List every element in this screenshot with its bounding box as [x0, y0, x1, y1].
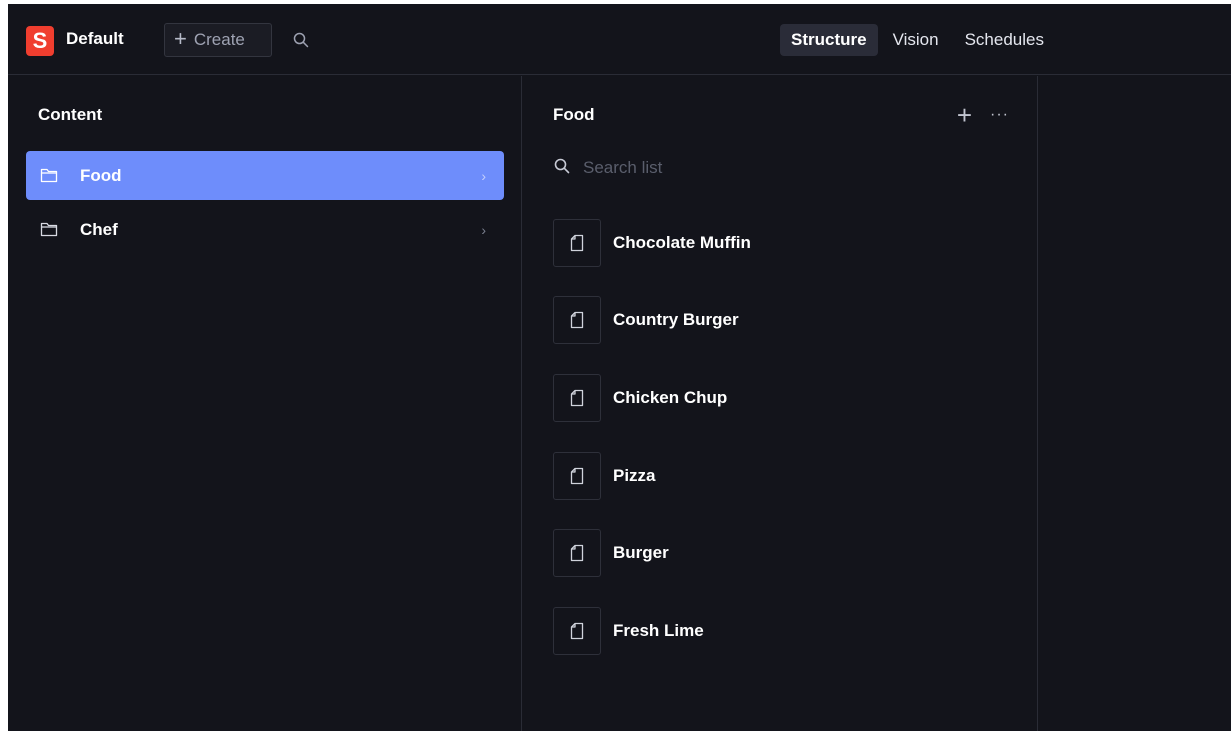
studio-app: S Default + Create Structure Vision Sche… — [8, 4, 1231, 731]
workspace-name[interactable]: Default — [66, 29, 124, 49]
more-options-icon[interactable]: ··· — [990, 106, 1009, 124]
logo-letter: S — [32, 28, 48, 53]
content-pane: Content Food › Chef › — [8, 76, 522, 731]
add-document-icon[interactable]: + — [957, 102, 972, 128]
list-item-label: Burger — [613, 543, 669, 562]
food-list-pane: Food + ··· Chocolate Muffin Cou — [523, 76, 1038, 731]
content-pane-title: Content — [38, 105, 103, 124]
list-item-label: Pizza — [613, 466, 656, 485]
list-item-label: Chocolate Muffin — [613, 233, 751, 252]
list-item-label: Fresh Lime — [613, 621, 704, 640]
list-item[interactable]: Fresh Lime — [553, 606, 1023, 656]
logo[interactable]: S — [26, 26, 54, 56]
list-item[interactable]: Burger — [553, 528, 1023, 578]
document-icon — [553, 529, 601, 577]
plus-icon: + — [174, 26, 187, 51]
document-icon — [553, 607, 601, 655]
folder-icon — [40, 167, 58, 183]
list-item-label: Chicken Chup — [613, 388, 728, 407]
tab-vision[interactable]: Vision — [882, 24, 950, 56]
list-item[interactable]: Country Burger — [553, 295, 1023, 345]
search-list — [553, 154, 1023, 182]
content-item-chef[interactable]: Chef › — [26, 205, 504, 254]
document-icon — [553, 219, 601, 267]
tab-structure[interactable]: Structure — [780, 24, 878, 56]
nav-tabs: Structure Vision Schedules — [780, 24, 1055, 56]
list-pane-actions: + ··· — [957, 102, 1009, 128]
list-item[interactable]: Chicken Chup — [553, 373, 1023, 423]
content-item-label: Food — [80, 165, 122, 185]
search-icon — [553, 157, 571, 180]
search-list-input[interactable] — [583, 158, 983, 178]
create-label: Create — [193, 30, 245, 49]
list-item[interactable]: Pizza — [553, 451, 1023, 501]
top-bar: S Default + Create Structure Vision Sche… — [8, 4, 1231, 75]
document-icon — [553, 452, 601, 500]
content-item-label: Chef — [80, 219, 118, 239]
document-icon — [553, 374, 601, 422]
list-item[interactable]: Chocolate Muffin — [553, 218, 1023, 268]
document-icon — [553, 296, 601, 344]
list-pane-title: Food — [553, 105, 595, 124]
tab-schedules[interactable]: Schedules — [954, 24, 1055, 56]
search-icon[interactable] — [292, 31, 310, 49]
chevron-right-icon: › — [481, 221, 486, 238]
chevron-right-icon: › — [481, 167, 486, 184]
content-item-food[interactable]: Food › — [26, 151, 504, 200]
list-item-label: Country Burger — [613, 310, 739, 329]
create-button[interactable]: + Create — [164, 23, 272, 57]
folder-icon — [40, 221, 58, 237]
